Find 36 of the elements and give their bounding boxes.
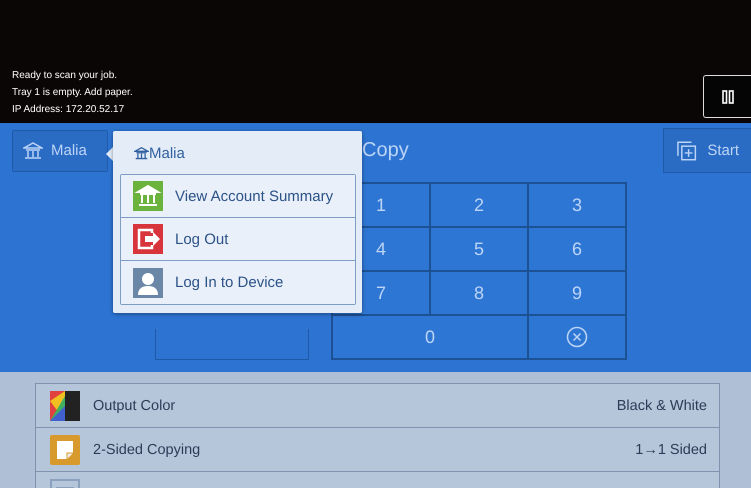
status-message: Tray 1 is empty. Add paper. <box>12 86 133 100</box>
keypad-key[interactable]: 3 <box>528 183 626 227</box>
pause-icon <box>722 90 734 104</box>
input-field[interactable] <box>155 329 309 360</box>
clear-key[interactable] <box>528 315 626 359</box>
app-title: Copy <box>362 139 410 162</box>
feature-value: Black & White <box>616 398 707 414</box>
keypad-key[interactable]: 8 <box>430 271 528 315</box>
clear-icon <box>566 326 588 348</box>
start-button[interactable]: Start <box>663 128 751 173</box>
feature-label: 2-Sided Copying <box>93 442 202 458</box>
copy-start-icon <box>676 140 698 162</box>
bank-icon <box>23 142 43 160</box>
pause-button[interactable] <box>703 75 751 118</box>
user-icon <box>133 268 163 298</box>
keypad-key[interactable]: 5 <box>430 227 528 271</box>
color-icon <box>50 390 80 420</box>
menu-item[interactable]: View Account Summary <box>121 175 355 218</box>
feature-row[interactable]: 2-Sided Copying 1→1 Sided <box>36 428 719 472</box>
feature-label: Output Color <box>93 398 176 414</box>
keypad-key[interactable]: 2 <box>430 183 528 227</box>
menu-item[interactable]: Log Out <box>121 218 355 261</box>
page-icon <box>50 434 80 464</box>
exit-icon <box>133 224 163 254</box>
status-message: Ready to scan your job. <box>12 69 118 83</box>
feature-value: 1→1 Sided <box>635 442 707 458</box>
keypad-key[interactable]: 0 <box>332 315 528 359</box>
keypad-key[interactable]: 9 <box>528 271 626 315</box>
feature-row[interactable]: Output Color Black & White <box>36 384 719 428</box>
account-button[interactable]: Malia <box>12 130 108 172</box>
menu-title: Malia <box>149 144 185 162</box>
bank-icon <box>134 146 149 160</box>
menu-item[interactable]: Log In to Device <box>121 261 355 304</box>
status-message: IP Address: 172.20.52.17 <box>12 103 126 117</box>
keypad-key[interactable]: 6 <box>528 227 626 271</box>
bank-icon <box>133 181 163 211</box>
